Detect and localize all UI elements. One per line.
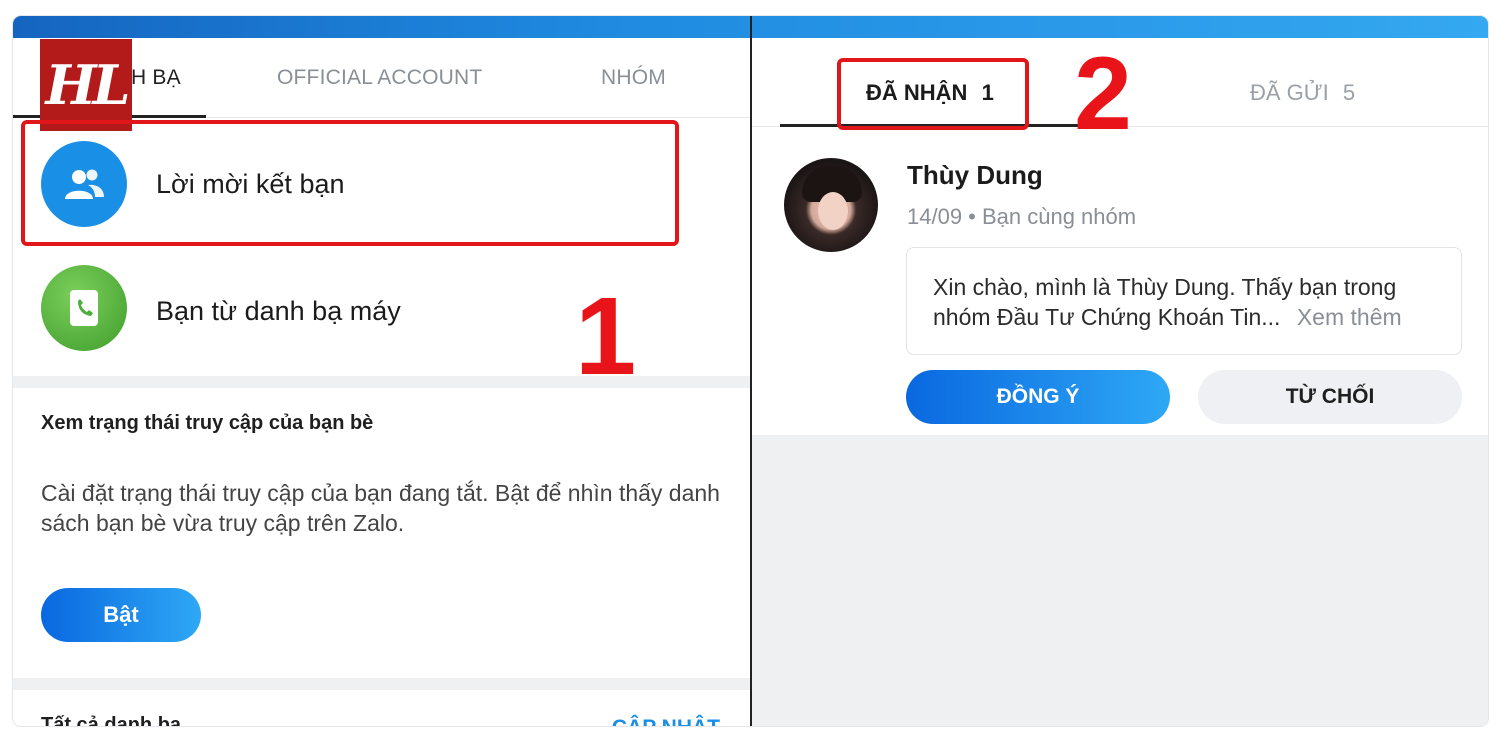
- phone-icon: [41, 265, 127, 351]
- tab-sent-count: 5: [1342, 80, 1356, 105]
- request-meta: 14/09 • Bạn cùng nhóm: [907, 204, 1137, 229]
- section-divider-2: [13, 678, 750, 690]
- update-contacts-link[interactable]: CẬP NHẬT: [612, 716, 720, 726]
- request-card-area: ĐÃ NHẬN 1 ĐÃ GỬI 5 2 Thùy Dung 14/09 • B…: [752, 38, 1488, 435]
- annotation-box-1: [21, 120, 679, 246]
- status-section-title: Xem trạng thái truy cập của bạn bè: [41, 412, 374, 434]
- friend-requests-panel: ĐÃ NHẬN 1 ĐÃ GỬI 5 2 Thùy Dung 14/09 • B…: [752, 38, 1488, 726]
- tab-official-account[interactable]: OFFICIAL ACCOUNT: [277, 66, 482, 90]
- enable-status-button[interactable]: Bật: [41, 588, 201, 642]
- phone-contacts-label: Bạn từ danh bạ máy: [156, 296, 401, 326]
- avatar[interactable]: [784, 158, 878, 252]
- screenshot-frame: H BẠ OFFICIAL ACCOUNT NHÓM HL Lời mời kế…: [13, 16, 1488, 726]
- phone-contacts-row[interactable]: Bạn từ danh bạ máy: [13, 244, 750, 368]
- tab-sent-label: ĐÃ GỬI: [1250, 80, 1329, 105]
- section-divider: [13, 376, 750, 388]
- all-contacts-title: Tất cả danh bạ: [41, 714, 182, 726]
- tab-groups[interactable]: NHÓM: [601, 66, 666, 90]
- see-more-link[interactable]: Xem thêm: [1297, 304, 1402, 330]
- annotation-number-2: 2: [1074, 36, 1132, 152]
- decline-button[interactable]: TỪ CHỐI: [1198, 370, 1462, 424]
- contacts-panel: H BẠ OFFICIAL ACCOUNT NHÓM HL Lời mời kế…: [13, 38, 750, 726]
- message-line-2: nhóm Đầu Tư Chứng Khoán Tin...: [933, 304, 1281, 330]
- annotation-box-2: [837, 58, 1029, 130]
- tab-contacts[interactable]: H BẠ: [131, 66, 181, 90]
- hl-logo: HL: [40, 39, 132, 131]
- tab-sent[interactable]: ĐÃ GỬI 5: [1250, 80, 1355, 106]
- requester-name: Thùy Dung: [907, 160, 1043, 190]
- status-section-description: Cài đặt trạng thái truy cập của bạn đang…: [41, 480, 720, 536]
- message-line-1: Xin chào, mình là Thùy Dung. Thấy bạn tr…: [933, 274, 1397, 300]
- request-message: Xin chào, mình là Thùy Dung. Thấy bạn tr…: [906, 247, 1462, 355]
- accept-button[interactable]: ĐỒNG Ý: [906, 370, 1170, 424]
